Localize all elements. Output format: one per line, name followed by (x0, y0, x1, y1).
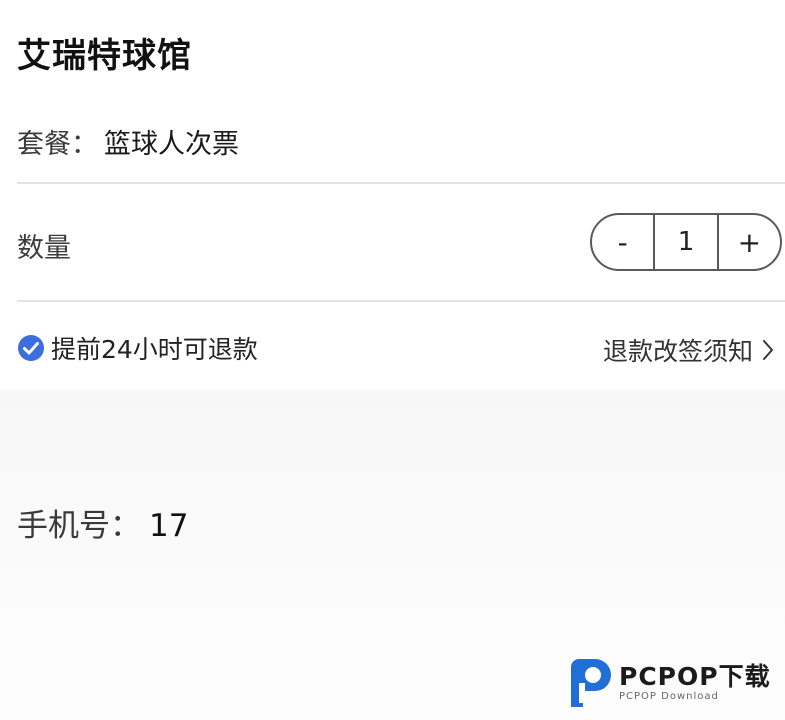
order-page: 艾瑞特球馆 套餐： 篮球人次票 数量 - 1 + 提前24小时可退款 退款改签须知… (0, 0, 785, 720)
refund-policy-link[interactable]: 退款改签须知 (603, 332, 775, 368)
increment-button[interactable]: + (719, 215, 780, 269)
package-value: 篮球人次票 (104, 129, 239, 160)
phone-label: 手机号： (17, 508, 141, 544)
pcpop-logo-icon (565, 657, 613, 709)
venue-title: 艾瑞特球馆 (17, 36, 192, 76)
phone-value[interactable]: 17 (149, 508, 188, 544)
phone-row: 手机号： 17 (17, 500, 188, 545)
quantity-label: 数量 (17, 233, 71, 264)
watermark-brand: PCPOP下载 (619, 662, 771, 691)
refund-note-text: 提前24小时可退款 (51, 335, 258, 364)
divider (17, 182, 785, 184)
watermark: PCPOP下载 PCPOP Download (565, 657, 771, 709)
package-label: 套餐： (17, 129, 98, 160)
refund-policy-label: 退款改签须知 (602, 337, 753, 366)
quantity-value: 1 (653, 215, 719, 269)
package-row: 套餐： 篮球人次票 (17, 122, 239, 161)
refund-note: 提前24小时可退款 (17, 330, 258, 366)
decrement-button[interactable]: - (592, 215, 653, 269)
divider (17, 300, 785, 302)
watermark-sub: PCPOP Download (619, 691, 719, 702)
check-circle-icon (17, 334, 45, 362)
quantity-stepper[interactable]: - 1 + (590, 213, 782, 271)
watermark-text: PCPOP下载 PCPOP Download (619, 663, 771, 703)
chevron-right-icon (761, 339, 775, 361)
